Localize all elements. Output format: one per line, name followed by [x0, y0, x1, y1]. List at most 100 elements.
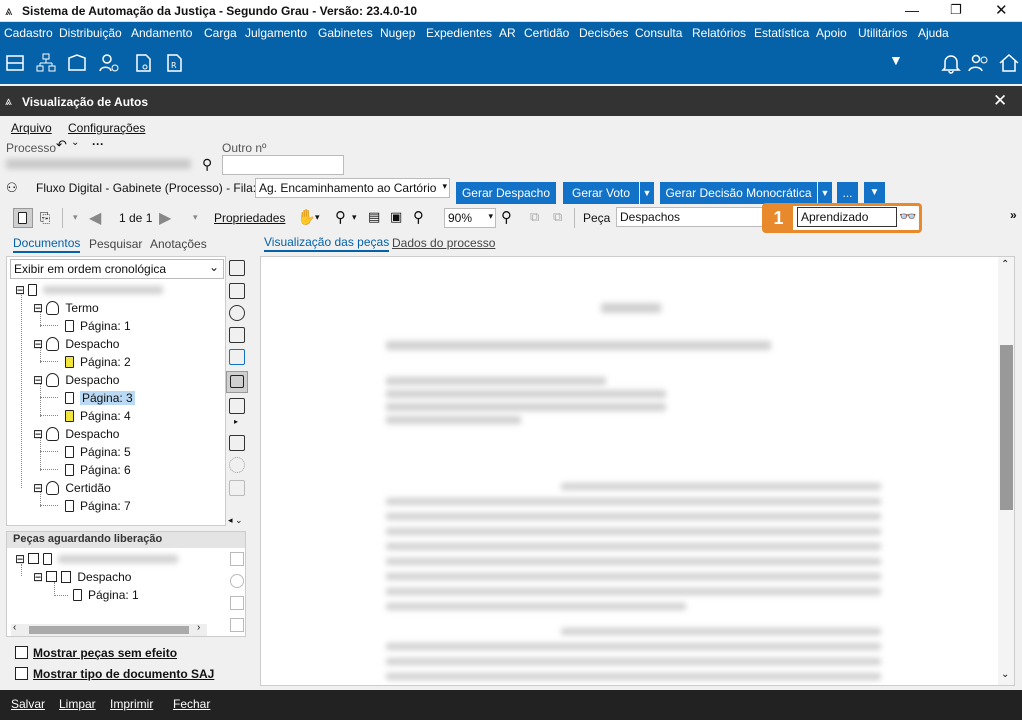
export-icon[interactable]: ⧉: [530, 209, 539, 225]
menu-arquivo[interactable]: Arquivo: [11, 121, 52, 135]
layout-icon[interactable]: [229, 398, 245, 414]
fila-select[interactable]: Ag. Encaminhamento ao Cartório ▾: [255, 178, 450, 198]
menu-nugep[interactable]: Nugep: [380, 26, 415, 40]
tree-item-despacho-1[interactable]: ⊟ Despacho: [33, 337, 119, 351]
tree-expand-icon[interactable]: [229, 260, 245, 276]
peca-input[interactable]: Despachos: [616, 207, 764, 227]
scroll-thumb[interactable]: [29, 626, 189, 634]
scroll-right-icon[interactable]: ›: [197, 622, 200, 633]
gerar-despacho-button[interactable]: Gerar Despacho: [456, 182, 556, 204]
doc-remove-icon[interactable]: [229, 327, 245, 343]
check-icon[interactable]: [230, 618, 244, 632]
zoom-in-icon[interactable]: ⚲: [501, 208, 512, 226]
more-icon[interactable]: ···: [92, 137, 104, 151]
doc-lock-icon[interactable]: [132, 52, 154, 74]
hand-tool-icon[interactable]: ✋: [297, 208, 316, 226]
list-icon[interactable]: [229, 283, 245, 299]
tab-dados-processo[interactable]: Dados do processo: [392, 236, 495, 250]
copy-icon[interactable]: ⎘: [40, 210, 50, 226]
search-text-input[interactable]: Aprendizado: [797, 207, 897, 227]
menu-carga[interactable]: Carga: [204, 26, 237, 40]
tree-item-termo[interactable]: ⊟ Termo: [33, 301, 99, 315]
scroll-left-icon[interactable]: ‹: [13, 622, 16, 633]
menu-utilitarios[interactable]: Utilitários: [858, 26, 907, 40]
chevron-down-icon[interactable]: ▾: [315, 212, 320, 223]
hierarchy-icon[interactable]: [35, 52, 57, 74]
chevron-down-icon[interactable]: ⌄: [71, 137, 79, 148]
first-page-icon[interactable]: ▾: [73, 212, 78, 223]
tab-pesquisar[interactable]: Pesquisar: [89, 237, 142, 251]
checkbox[interactable]: [28, 553, 40, 564]
menu-distribuicao[interactable]: Distribuição: [59, 26, 122, 40]
outro-numero-input[interactable]: [222, 155, 344, 175]
more-button[interactable]: ...: [837, 182, 858, 204]
bell-icon[interactable]: [940, 52, 962, 74]
minimize-icon[interactable]: —: [905, 2, 919, 18]
propriedades-link[interactable]: Propriedades: [214, 211, 285, 225]
menu-cadastro[interactable]: Cadastro: [4, 26, 53, 40]
tab-anotacoes[interactable]: Anotações: [150, 237, 207, 251]
last-page-icon[interactable]: ▾: [193, 212, 198, 223]
fechar-button[interactable]: Fechar: [173, 697, 210, 711]
menu-ar[interactable]: AR: [499, 26, 516, 40]
collapse-button[interactable]: ▼: [864, 182, 885, 204]
limpar-button[interactable]: Limpar: [59, 697, 96, 711]
chevron-right-icon[interactable]: ▸: [234, 417, 238, 426]
tab-visualizacao[interactable]: Visualização das peças: [264, 235, 390, 252]
users-icon[interactable]: [968, 52, 990, 74]
menu-relatorios[interactable]: Relatórios: [692, 26, 746, 40]
scroll-up-icon[interactable]: ⌃: [1001, 259, 1009, 270]
checkbox-tipo-documento[interactable]: [15, 667, 28, 680]
seal-add-icon[interactable]: [229, 305, 245, 321]
menu-decisoes[interactable]: Decisões: [579, 26, 628, 40]
import-icon[interactable]: ⧉: [553, 209, 562, 225]
overflow-icon[interactable]: »: [1010, 208, 1017, 222]
menu-configuracoes[interactable]: Configurações: [68, 121, 145, 135]
sign-icon[interactable]: [230, 574, 244, 588]
scroll-down-icon[interactable]: ⌄: [1001, 669, 1009, 680]
close-window-icon[interactable]: ✕: [995, 1, 1008, 19]
tree-item-despacho-3[interactable]: ⊟ Despacho: [33, 427, 119, 441]
tree-page-3[interactable]: Página: 3: [65, 391, 135, 405]
menu-julgamento[interactable]: Julgamento: [245, 26, 307, 40]
tree-item-despacho-2[interactable]: ⊟ Despacho: [33, 373, 119, 387]
horizontal-scrollbar[interactable]: ‹ ›: [11, 622, 207, 636]
annotation-toggle[interactable]: [226, 371, 248, 393]
scroll-thumb[interactable]: [1000, 345, 1013, 510]
menu-ajuda[interactable]: Ajuda: [918, 26, 949, 40]
home-icon[interactable]: [998, 52, 1020, 74]
search-icon[interactable]: ⚲: [202, 156, 212, 173]
binoculars-icon[interactable]: 👓: [899, 208, 916, 225]
tree-page-4[interactable]: Página: 4: [65, 409, 131, 423]
restore-icon[interactable]: ❐: [950, 2, 962, 18]
menu-andamento[interactable]: Andamento: [131, 26, 192, 40]
menu-certidao[interactable]: Certidão: [524, 26, 569, 40]
gerar-decisao-dropdown[interactable]: ▼: [818, 182, 832, 204]
pending-item-despacho[interactable]: ⊟ Despacho: [33, 570, 131, 584]
document-viewer[interactable]: ⌃ ⌄: [260, 256, 1015, 686]
undo-icon[interactable]: ↶: [56, 137, 67, 153]
gerar-decisao-button[interactable]: Gerar Decisão Monocrática: [660, 182, 817, 204]
tree-page-2[interactable]: Página: 2: [65, 355, 131, 369]
dropdown-arrow-icon[interactable]: ▼: [889, 52, 903, 68]
lock-icon[interactable]: [229, 480, 245, 496]
compare-icon[interactable]: [229, 349, 245, 365]
user-settings-icon[interactable]: [98, 52, 120, 74]
checkbox-sem-efeito[interactable]: [15, 646, 28, 659]
vertical-scrollbar[interactable]: ⌃ ⌄: [998, 257, 1014, 685]
tree-page-5[interactable]: Página: 5: [65, 445, 131, 459]
gerar-voto-button[interactable]: Gerar Voto: [563, 182, 639, 204]
label-sem-efeito[interactable]: Mostrar peças sem efeito: [33, 646, 177, 660]
trash-icon[interactable]: [230, 596, 244, 610]
menu-estatistica[interactable]: Estatística: [754, 26, 809, 40]
menu-consulta[interactable]: Consulta: [635, 26, 682, 40]
tree-page-1[interactable]: Página: 1: [65, 319, 131, 333]
zoom-out-icon[interactable]: ⚲: [413, 208, 424, 226]
release-icon[interactable]: [230, 552, 244, 566]
tab-documentos[interactable]: Documentos: [13, 236, 81, 253]
page-view-toggle[interactable]: [13, 208, 33, 228]
gerar-voto-dropdown[interactable]: ▼: [640, 182, 654, 204]
fit-page-icon[interactable]: ▣: [390, 209, 402, 225]
salvar-button[interactable]: Salvar: [11, 697, 45, 711]
cabinet-icon[interactable]: [4, 52, 26, 74]
